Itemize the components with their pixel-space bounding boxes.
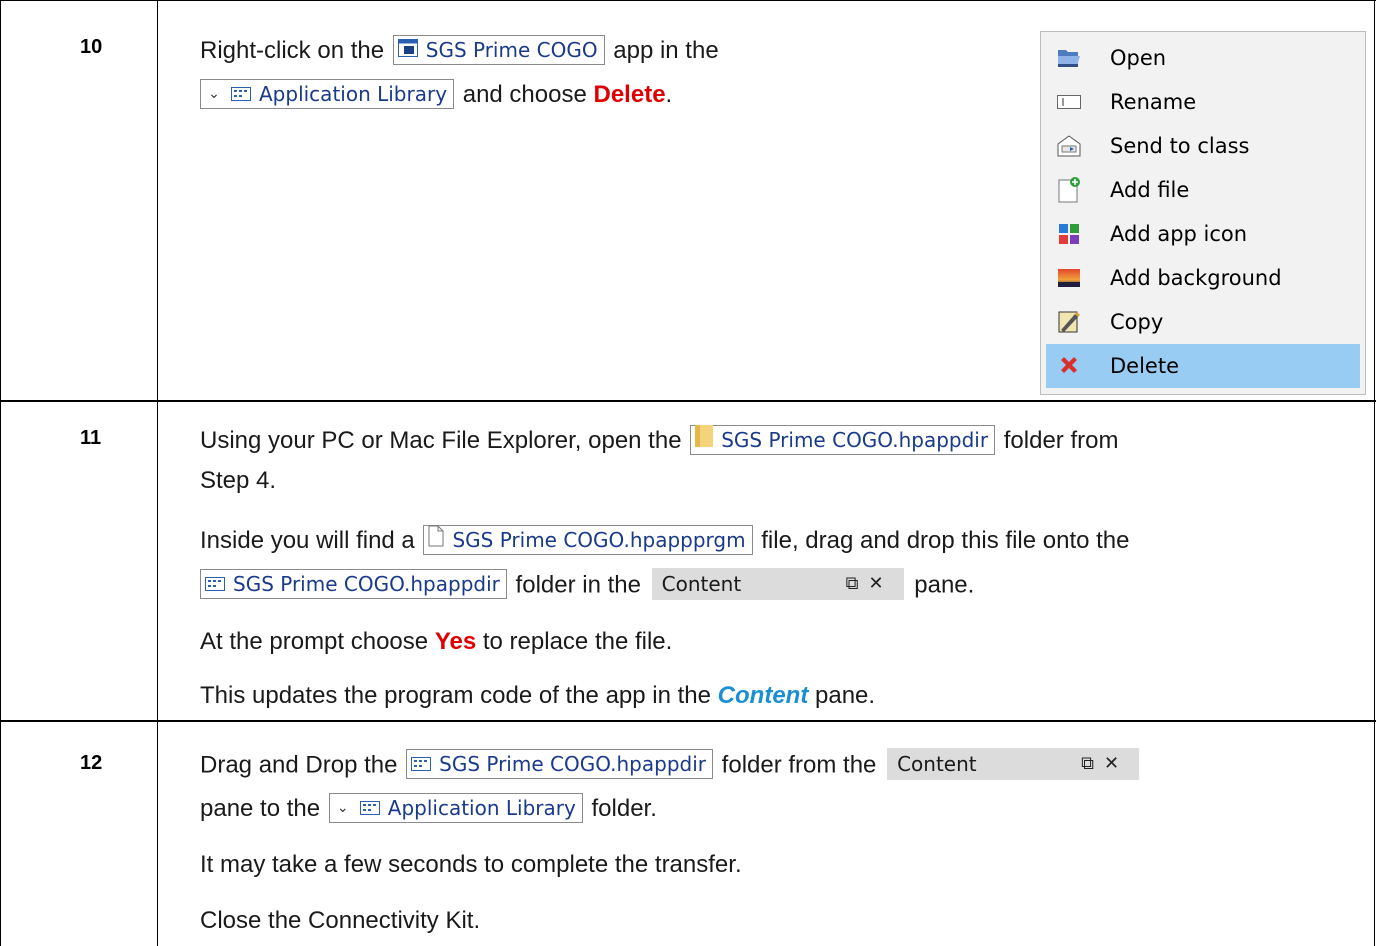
- hpappdir-library-chip: SGS Prime COGO.hpappdir: [406, 749, 713, 779]
- app-window-icon: [397, 35, 418, 65]
- table-column-divider: [157, 0, 158, 946]
- yes-emphasis: Yes: [434, 628, 477, 655]
- chevron-down-icon: ⌄: [336, 799, 349, 816]
- step-11-line-2: Step 4.: [200, 467, 277, 494]
- application-library-chip: ⌄ Application Library: [200, 78, 455, 109]
- app-chip: SGS Prime COGO: [392, 34, 605, 65]
- chevron-down-icon: ⌄: [208, 85, 220, 102]
- hpappprgm-file-chip: SGS Prime COGO.hpappprgm: [423, 524, 753, 555]
- add-background-icon: [1054, 263, 1084, 293]
- restore-window-icon[interactable]: ⧉: [846, 573, 869, 594]
- delete-emphasis: Delete: [593, 81, 666, 108]
- menu-item-copy[interactable]: Copy: [1046, 300, 1360, 344]
- copy-icon: [1054, 307, 1084, 337]
- content-pane-header: Content ⧉✕: [651, 568, 904, 600]
- library-grid-icon: [205, 569, 225, 599]
- hpappdir-folder-chip: SGS Prime COGO.hpappdir: [690, 424, 996, 455]
- step-number: 11: [80, 427, 102, 449]
- step-11-line-5: At the prompt choose Yes to replace the …: [200, 628, 673, 655]
- add-file-icon: [1054, 175, 1084, 205]
- step-number: 12: [80, 752, 103, 774]
- table-border-left: [0, 0, 1, 946]
- context-menu: Open Rename Send to class Add file Add a…: [1040, 31, 1366, 395]
- step-11-line-6: This updates the program code of the app…: [200, 682, 876, 709]
- step-12-line-3: It may take a few seconds to complete th…: [200, 851, 742, 878]
- step-12-line-2: pane to the ⌄ Application Library folder…: [200, 792, 657, 825]
- table-border-right: [1374, 0, 1375, 946]
- delete-icon: [1054, 351, 1084, 381]
- step-12-line-1: Drag and Drop the SGS Prime COGO.hpappdi…: [200, 748, 1143, 782]
- library-grid-icon: [411, 749, 432, 779]
- table-border-top: [0, 0, 1376, 1]
- menu-item-open[interactable]: Open: [1046, 36, 1360, 80]
- library-grid-icon: [359, 793, 380, 823]
- folder-icon: [695, 424, 714, 455]
- send-to-class-icon: [1054, 131, 1084, 161]
- content-pane-header: Content ⧉✕: [887, 748, 1140, 780]
- close-icon[interactable]: ✕: [869, 573, 894, 594]
- step-11-line-1: Using your PC or Mac File Explorer, open…: [200, 424, 1118, 457]
- menu-item-send-to-class[interactable]: Send to class: [1046, 124, 1360, 168]
- step-10-line-1: Right-click on the SGS Prime COGO app in…: [200, 34, 719, 67]
- menu-item-add-app-icon[interactable]: Add app icon: [1046, 212, 1360, 256]
- hpappdir-library-chip: SGS Prime COGO.hpappdir: [200, 569, 507, 599]
- step-11-line-4: SGS Prime COGO.hpappdir folder in the Co…: [200, 568, 974, 602]
- table-row-divider: [0, 720, 1376, 722]
- step-10-line-2: ⌄ Application Library and choose Delete.: [200, 78, 672, 111]
- library-grid-icon: [231, 79, 251, 109]
- step-number: 10: [80, 36, 103, 58]
- rename-icon: [1054, 87, 1084, 117]
- step-12-line-4: Close the Connectivity Kit.: [200, 907, 481, 934]
- close-icon[interactable]: ✕: [1104, 753, 1129, 774]
- file-icon: [428, 525, 444, 555]
- menu-item-rename[interactable]: Rename: [1046, 80, 1360, 124]
- menu-item-add-file[interactable]: Add file: [1046, 168, 1360, 212]
- open-icon: [1054, 43, 1084, 73]
- table-row-divider: [0, 400, 1376, 402]
- add-app-icon-icon: [1054, 219, 1084, 249]
- step-11-line-3: Inside you will find a SGS Prime COGO.hp…: [200, 524, 1130, 557]
- content-emphasis: Content: [717, 682, 809, 709]
- restore-window-icon[interactable]: ⧉: [1081, 753, 1104, 774]
- menu-item-delete[interactable]: Delete: [1046, 344, 1360, 388]
- application-library-chip: ⌄ Application Library: [328, 792, 583, 823]
- menu-item-add-background[interactable]: Add background: [1046, 256, 1360, 300]
